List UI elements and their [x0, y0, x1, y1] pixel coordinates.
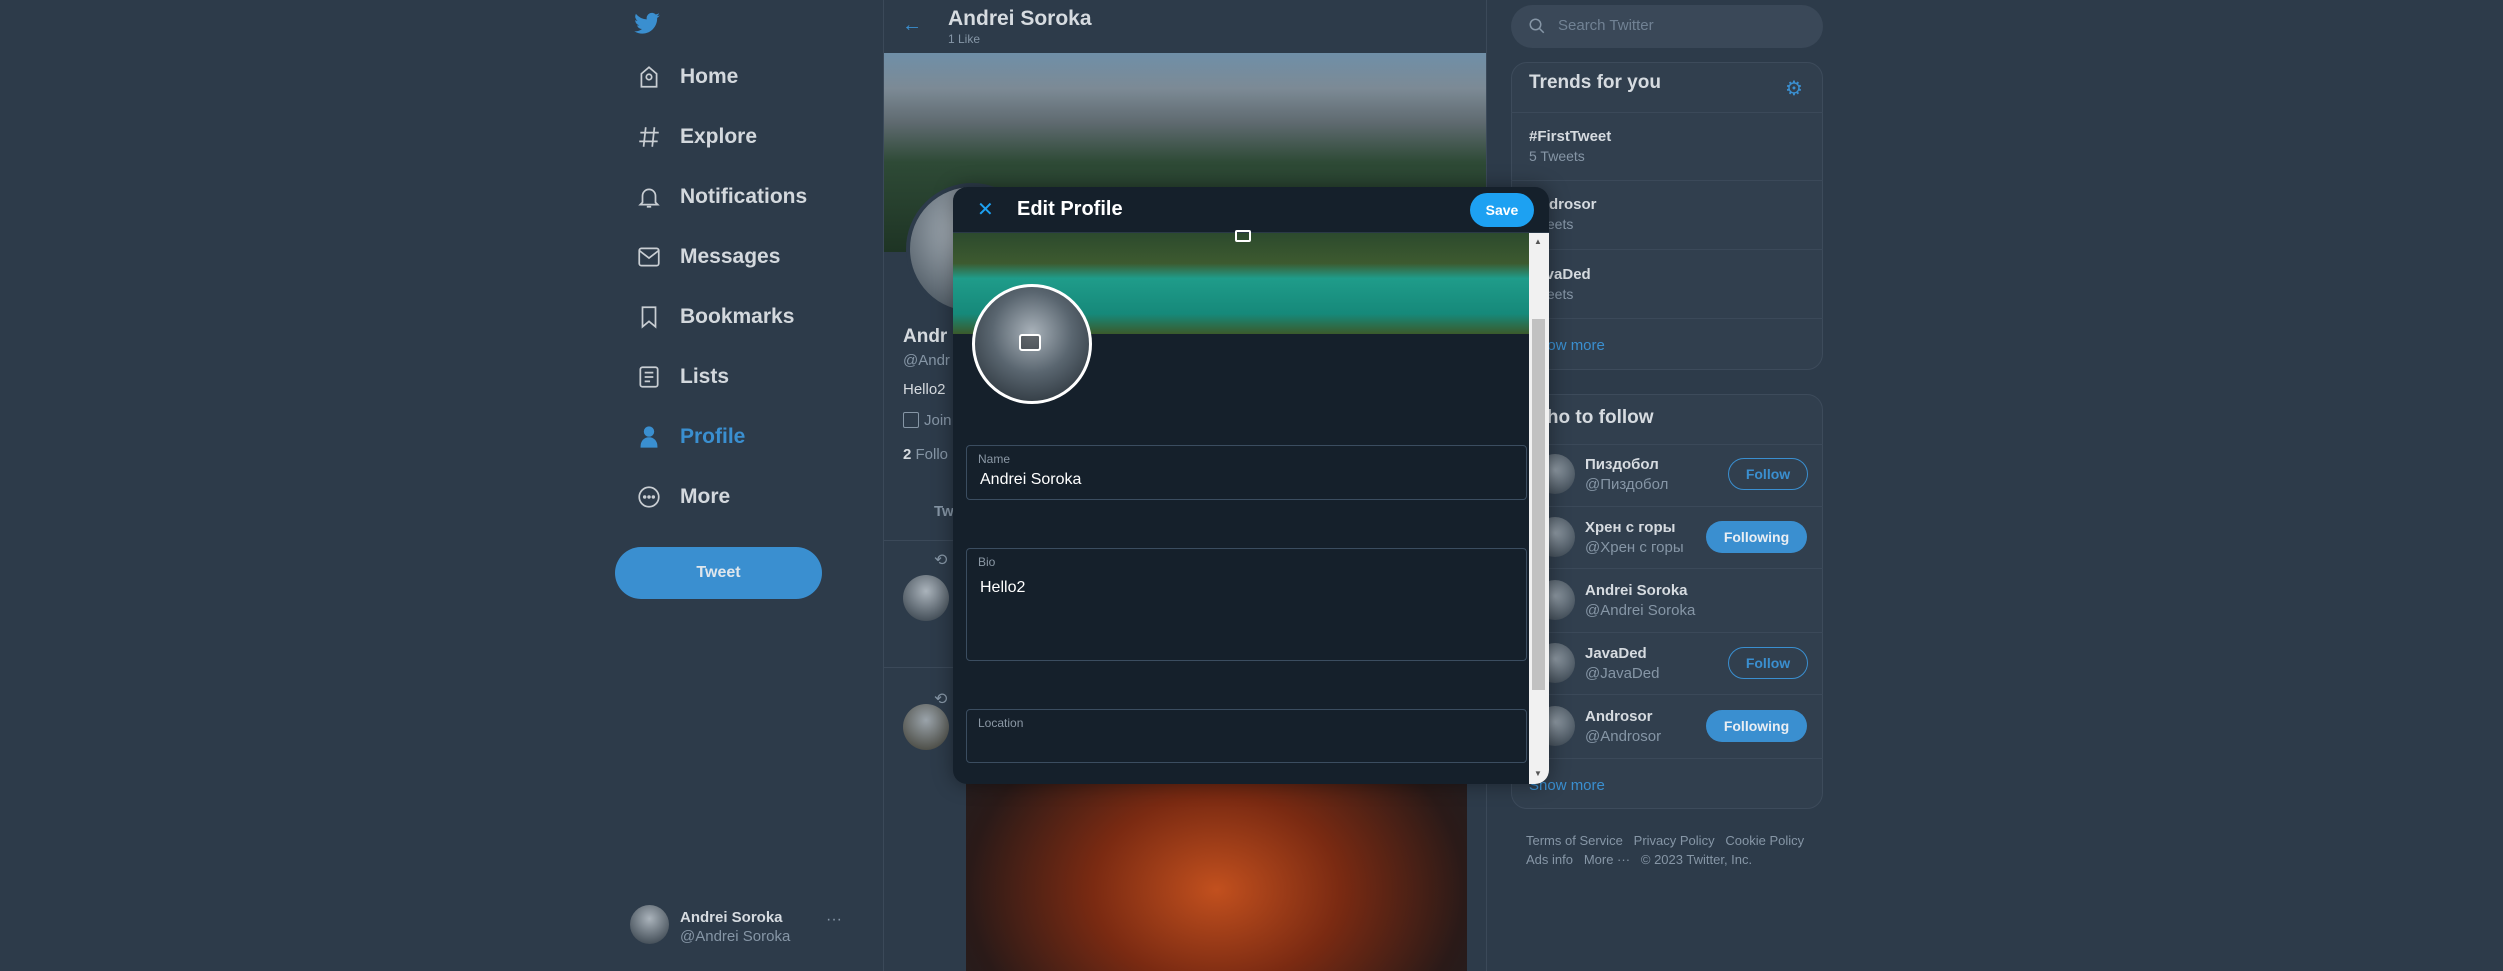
sidebar-item-profile[interactable]: Profile — [636, 415, 745, 459]
scrollbar[interactable]: ▲ ▼ — [1529, 233, 1549, 784]
sidebar-item-label: Home — [680, 65, 739, 88]
search-input[interactable]: Search Twitter — [1511, 5, 1823, 48]
name-label: Name — [978, 452, 1011, 466]
follow-button[interactable]: Follow — [1728, 458, 1808, 490]
modal-title: Edit Profile — [1017, 198, 1123, 220]
account-switcher[interactable]: Andrei Soroka @Andrei Soroka ··· — [630, 905, 850, 947]
list-icon — [639, 366, 659, 388]
camera-icon[interactable] — [1235, 230, 1251, 242]
page-title: Andrei Soroka — [948, 7, 1092, 30]
person-icon — [640, 426, 658, 448]
hashtag-icon — [639, 127, 659, 147]
retweet-icon: ⟲ — [934, 552, 948, 569]
sidebar-item-explore[interactable]: Explore — [636, 115, 757, 159]
profile-joined: Join — [924, 412, 952, 429]
sidebar-item-notifications[interactable]: Notifications — [636, 175, 807, 219]
settings-gear-icon[interactable]: ⚙ — [1785, 76, 1803, 101]
close-icon[interactable]: ✕ — [977, 197, 994, 222]
search-placeholder: Search Twitter — [1558, 17, 1654, 34]
bookmark-icon — [641, 306, 657, 329]
sidebar-item-label: Bookmarks — [680, 305, 795, 328]
following-button[interactable]: Following — [1706, 710, 1807, 742]
trend-count: 5 Tweets — [1529, 148, 1585, 164]
sidebar-item-bookmarks[interactable]: Bookmarks — [636, 295, 794, 339]
followers-count: 2 — [903, 446, 912, 463]
sidebar-item-label: Lists — [680, 365, 730, 388]
footer-link-privacy[interactable]: Privacy Policy — [1634, 833, 1715, 848]
profile-handle: @Andr — [903, 352, 950, 369]
mail-icon — [638, 247, 660, 267]
home-icon — [640, 66, 658, 88]
bio-value: Hello2 — [980, 579, 1026, 596]
trend-name: #FirstTweet — [1529, 128, 1612, 145]
scroll-down-arrow-icon[interactable]: ▼ — [1534, 769, 1542, 778]
more-dots-icon[interactable]: ··· — [826, 911, 842, 929]
bio-label: Bio — [978, 555, 996, 569]
footer-link-cookies[interactable]: Cookie Policy — [1725, 833, 1804, 848]
sidebar-item-messages[interactable]: Messages — [636, 235, 780, 279]
footer: Terms of Service Privacy Policy Cookie P… — [1526, 831, 1826, 869]
sidebar-item-label: Messages — [680, 245, 781, 268]
profile-name: Andr — [903, 326, 948, 347]
user-name: JavaDed — [1585, 645, 1647, 662]
tweet-avatar[interactable] — [903, 704, 949, 750]
edit-profile-modal: ✕ Edit Profile Save Name Andrei Soroka Bi… — [953, 187, 1549, 784]
footer-copyright: © 2023 Twitter, Inc. — [1640, 852, 1753, 867]
modal-header: ✕ Edit Profile Save — [953, 187, 1549, 233]
avatar-edit[interactable] — [972, 284, 1092, 404]
location-field[interactable]: Location — [966, 709, 1527, 763]
following-button[interactable]: Following — [1706, 521, 1807, 553]
followers-link[interactable]: 2 Follo — [903, 446, 948, 463]
avatar — [630, 905, 669, 944]
user-name: Пиздобол — [1585, 456, 1659, 473]
bell-icon — [638, 188, 660, 208]
twitter-logo-icon[interactable] — [632, 10, 662, 43]
sidebar-item-home[interactable]: Home — [636, 55, 738, 99]
camera-icon[interactable] — [1019, 334, 1041, 351]
name-field[interactable]: Name Andrei Soroka — [966, 445, 1527, 500]
footer-link-ads[interactable]: Ads info — [1526, 852, 1573, 867]
sidebar-item-label: Profile — [680, 425, 746, 448]
tweet-button-label: Tweet — [696, 564, 741, 581]
user-handle: @JavaDed — [1585, 665, 1660, 682]
followers-label: Follo — [915, 446, 949, 463]
user-name: Andrei Soroka — [1585, 582, 1688, 599]
bio-field[interactable]: Bio Hello2 — [966, 548, 1527, 661]
search-icon — [1529, 18, 1545, 34]
tweet-avatar[interactable] — [903, 575, 949, 621]
footer-link-terms[interactable]: Terms of Service — [1526, 833, 1623, 848]
footer-link-more[interactable]: More ··· — [1584, 852, 1630, 867]
calendar-icon — [903, 412, 919, 428]
account-name: Andrei Soroka — [680, 909, 783, 926]
like-count: 1 Like — [948, 32, 981, 46]
user-name: Androsor — [1585, 708, 1653, 725]
more-circle-icon — [638, 486, 660, 508]
account-handle: @Andrei Soroka — [680, 928, 791, 945]
follow-button[interactable]: Follow — [1728, 647, 1808, 679]
sidebar-item-more[interactable]: More — [636, 475, 730, 519]
user-handle: @Andrei Soroka — [1585, 602, 1696, 619]
sidebar-item-lists[interactable]: Lists — [636, 355, 729, 399]
user-name: Хрен с горы — [1585, 519, 1676, 536]
scroll-up-arrow-icon[interactable]: ▲ — [1534, 237, 1542, 246]
sidebar-item-label: More — [680, 485, 731, 508]
tweet-button[interactable]: Tweet — [615, 547, 822, 599]
user-handle: @Androsor — [1585, 728, 1662, 745]
sidebar-item-label: Explore — [680, 125, 758, 148]
save-button[interactable]: Save — [1470, 193, 1534, 227]
user-handle: @Хрен с горы — [1585, 539, 1684, 556]
back-arrow-icon[interactable]: ← — [902, 14, 922, 37]
user-handle: @Пиздобол — [1585, 476, 1669, 493]
profile-bio: Hello2 — [903, 381, 946, 398]
trends-title: Trends for you — [1529, 72, 1661, 93]
scrollbar-thumb[interactable] — [1532, 319, 1545, 690]
sidebar-item-label: Notifications — [680, 185, 808, 208]
name-value: Andrei Soroka — [980, 471, 1082, 488]
tab-tweets[interactable]: Tw — [934, 503, 954, 520]
location-label: Location — [978, 716, 1024, 730]
